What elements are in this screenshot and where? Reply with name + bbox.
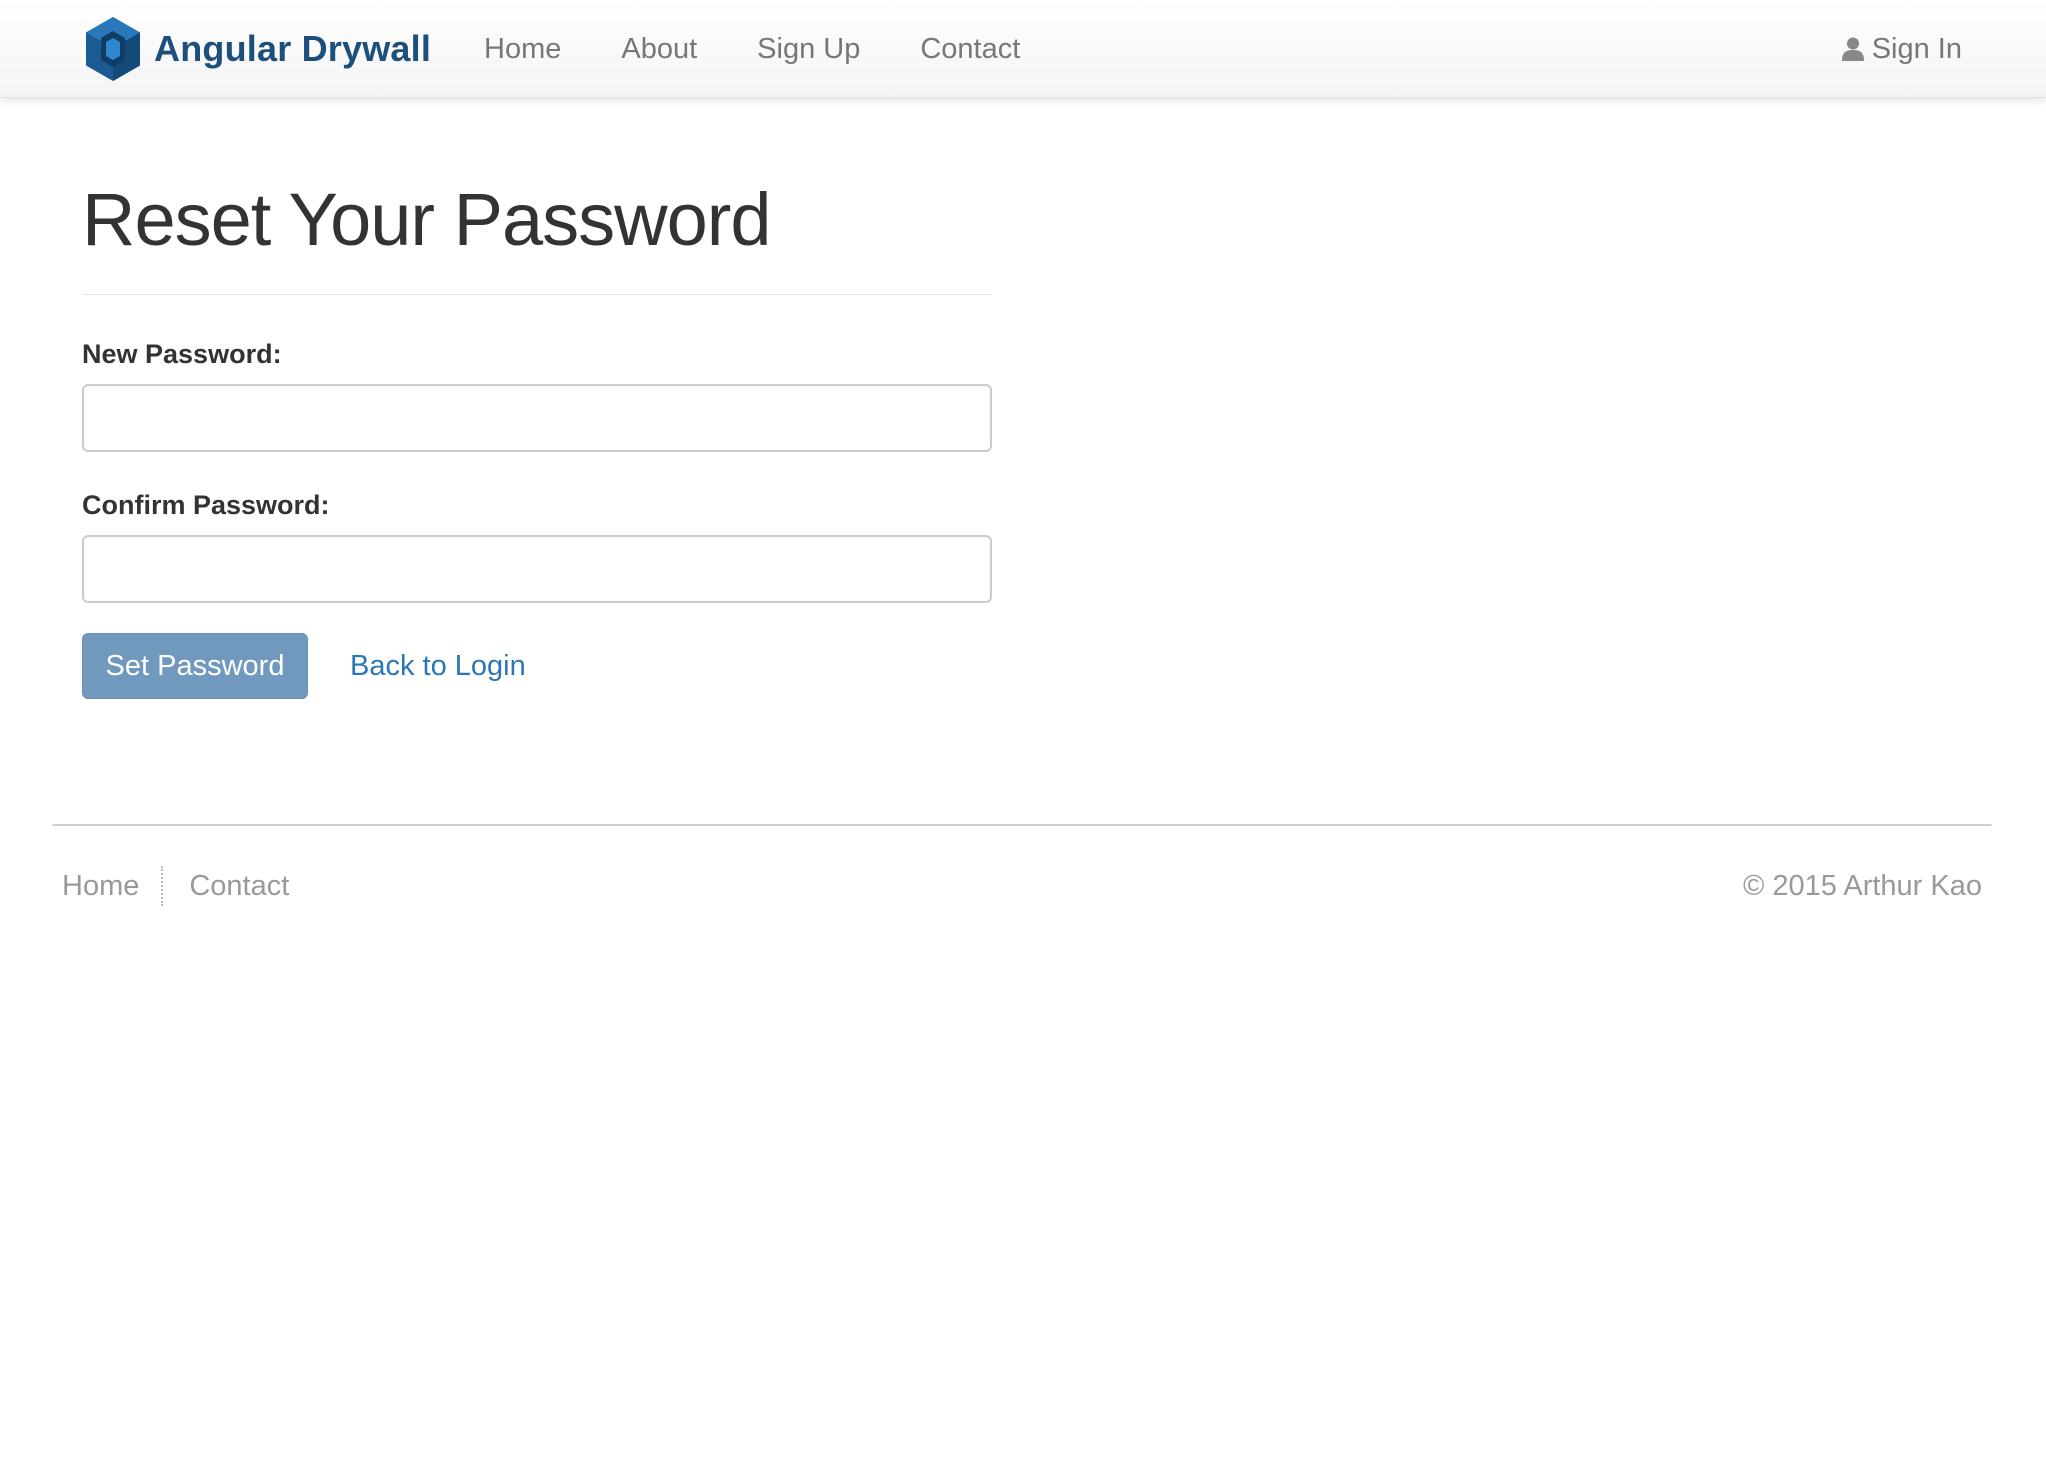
copyright-text: © 2015 Arthur Kao [1742,870,1982,902]
confirm-password-label: Confirm Password: [82,490,330,520]
confirm-password-field[interactable] [82,535,992,603]
nav-sign-up[interactable]: Sign Up [757,33,860,66]
footer: Home Contact © 2015 Arthur Kao [52,824,1992,906]
brand-name: Angular Drywall [154,28,432,69]
form-actions: Set Password Back to Login [82,633,992,699]
new-password-field[interactable] [82,384,992,452]
reset-password-form: Reset Your Password New Password: Confir… [82,170,992,699]
sign-in-link[interactable]: Sign In [1841,0,1962,98]
nav-contact[interactable]: Contact [920,33,1020,66]
footer-home-link[interactable]: Home [62,870,139,903]
sign-in-label: Sign In [1871,32,1962,65]
top-navbar: Angular Drywall Home About Sign Up Conta… [0,0,2046,98]
brand-link[interactable]: Angular Drywall [84,16,431,82]
footer-divider [161,866,164,906]
main-nav: Home About Sign Up Contact [484,0,1080,98]
user-icon [1841,37,1864,61]
back-to-login-link[interactable]: Back to Login [350,650,526,683]
title-divider [82,294,992,295]
set-password-button[interactable]: Set Password [82,633,308,699]
nav-home[interactable]: Home [484,33,561,66]
page-title: Reset Your Password [82,178,772,261]
footer-contact-link[interactable]: Contact [189,870,289,903]
nav-about[interactable]: About [621,33,697,66]
hexagon-cube-logo-icon [86,17,140,81]
new-password-label: New Password: [82,339,282,369]
footer-links: Home Contact [62,866,289,906]
